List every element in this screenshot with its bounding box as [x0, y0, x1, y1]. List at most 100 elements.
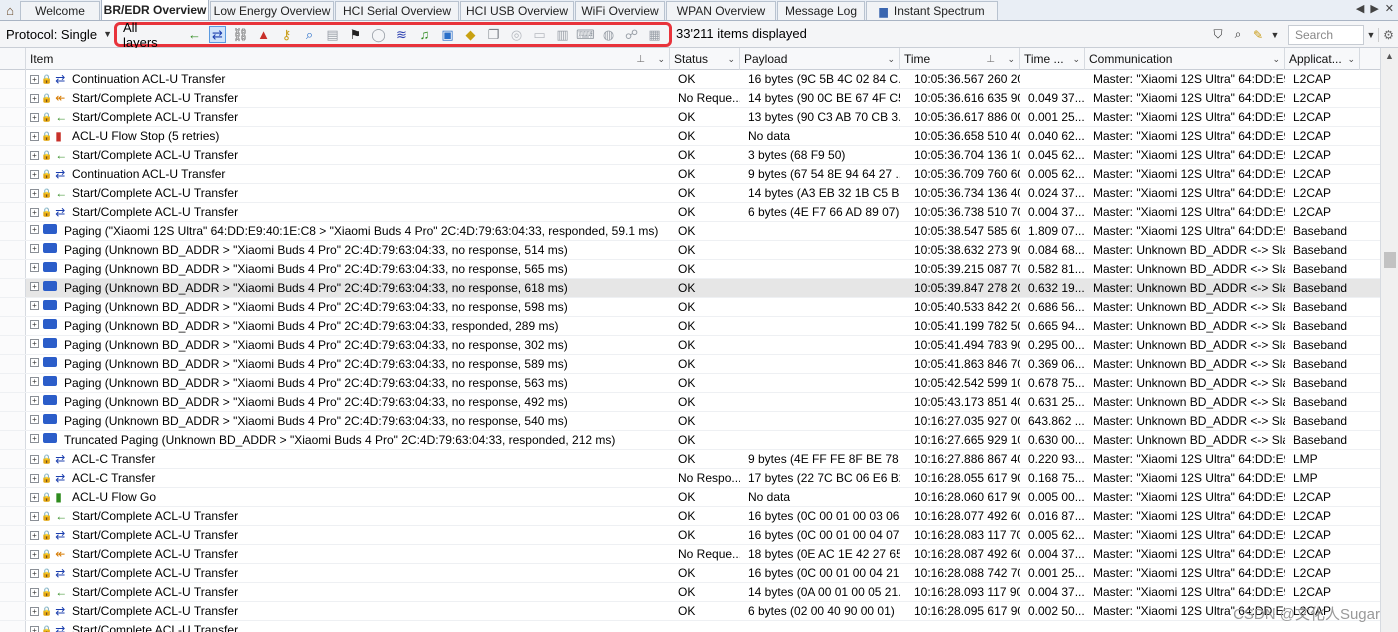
table-row[interactable]: + Paging (Unknown BD_ADDR > "Xiaomi Buds … [0, 412, 1380, 431]
highlight-dropdown-icon[interactable]: ▼ [1268, 30, 1282, 40]
expand-icon[interactable]: + [30, 376, 39, 386]
table-row[interactable]: + Truncated Paging (Unknown BD_ADDR > "Xi… [0, 431, 1380, 450]
tab-instant-spectrum[interactable]: ▆ Instant Spectrum [866, 1, 998, 20]
expand-icon[interactable]: + [30, 530, 39, 540]
table-row[interactable]: + 🔒 ⇄ Start/Complete ACL-U Transfer OK 6 byte… [0, 203, 1380, 222]
scroll-left-icon[interactable]: ◀ [1356, 2, 1364, 15]
table-row[interactable]: + 🔒 ▮ ACL-U Flow Go OK No data 10:16:28.060 61… [0, 488, 1380, 507]
table-row[interactable]: + Paging (Unknown BD_ADDR > "Xiaomi Buds … [0, 355, 1380, 374]
table-row[interactable]: + 🔒 ↞ Start/Complete ACL-U Transfer No Reque… [0, 89, 1380, 108]
expand-icon[interactable]: + [30, 511, 39, 521]
keyboard-icon[interactable]: ⌨ [576, 26, 595, 43]
column-header-item[interactable]: Item ⊥ ⌄ [26, 48, 670, 70]
tab-wpan-overview[interactable]: WPAN Overview [666, 1, 776, 20]
tab-br-edr-overview[interactable]: BR/EDR Overview [101, 0, 209, 20]
table-row[interactable]: + 🔒 ▮ ACL-U Flow Stop (5 retries) OK No data 1… [0, 127, 1380, 146]
chain-link-icon[interactable]: ⛓ [232, 26, 249, 43]
table-row[interactable]: + Paging (Unknown BD_ADDR > "Xiaomi Buds … [0, 241, 1380, 260]
expand-icon[interactable]: + [30, 606, 39, 616]
table-row[interactable]: + 🔒 ⇄ ACL-C Transfer OK 9 bytes (4E FF FE 8F … [0, 450, 1380, 469]
expand-icon[interactable]: + [30, 74, 39, 84]
left-arrow-icon[interactable]: ← [186, 26, 203, 43]
table-row[interactable]: + Paging (Unknown BD_ADDR > "Xiaomi Buds … [0, 317, 1380, 336]
search-dropdown-icon[interactable]: ▼ [1364, 30, 1378, 40]
expand-icon[interactable]: + [30, 357, 39, 367]
tab-welcome[interactable]: Welcome [20, 1, 100, 20]
tab-low-energy-overview[interactable]: Low Energy Overview [210, 1, 334, 20]
chevron-down-icon[interactable]: ⌄ [1007, 54, 1015, 65]
column-header-communication[interactable]: Communication ⌄ [1085, 48, 1285, 70]
tab-wifi-overview[interactable]: WiFi Overview [575, 1, 665, 20]
stack-icon[interactable]: ▦ [646, 26, 663, 43]
copy-icon[interactable]: ❐ [485, 26, 502, 43]
expand-icon[interactable]: + [30, 262, 39, 272]
table-row[interactable]: + 🔒 ⇄ Start/Complete ACL-U Transfer OK 16 byt… [0, 564, 1380, 583]
expand-icon[interactable]: + [30, 433, 39, 443]
scroll-right-icon[interactable]: ▶ [1370, 2, 1378, 15]
expand-icon[interactable]: + [30, 112, 39, 122]
chevron-down-icon[interactable]: ⌄ [1072, 54, 1080, 65]
toolbar-options-icon[interactable]: ⚙ [1378, 27, 1398, 42]
checkered-flag-icon[interactable]: ⚑ [347, 26, 364, 43]
expand-icon[interactable]: + [30, 414, 39, 424]
table-row[interactable]: + 🔒 ← Start/Complete ACL-U Transfer OK 14 byt… [0, 184, 1380, 203]
tab-hci-usb-overview[interactable]: HCI USB Overview [460, 1, 574, 20]
expand-icon[interactable]: + [30, 224, 39, 234]
mouse-icon[interactable]: ◯ [370, 26, 387, 43]
expand-icon[interactable]: + [30, 587, 39, 597]
hat-icon[interactable]: ▲ [255, 26, 272, 43]
table-row[interactable]: + Paging (Unknown BD_ADDR > "Xiaomi Buds … [0, 393, 1380, 412]
expand-icon[interactable]: + [30, 473, 39, 483]
all-layers-button[interactable]: All layers [123, 20, 174, 50]
network-icon[interactable]: ☍ [623, 26, 640, 43]
table-row[interactable]: + 🔒 ← Start/Complete ACL-U Transfer OK 13 byt… [0, 108, 1380, 127]
table-row[interactable]: + 🔒 ⇄ Start/Complete ACL-U Transfer OK 6 byte… [0, 602, 1380, 621]
column-header-time[interactable]: Time ⊥ ⌄ [900, 48, 1020, 70]
pin-icon[interactable]: ⊥ [986, 54, 995, 65]
expand-icon[interactable]: + [30, 625, 39, 632]
table-row[interactable]: + 🔒 ⇄ Continuation ACL-U Transfer OK 16 bytes… [0, 70, 1380, 89]
expand-icon[interactable]: + [30, 131, 39, 141]
filter-icon[interactable]: ⛉ [1208, 27, 1228, 42]
vertical-scrollbar[interactable]: ▲ [1380, 48, 1398, 632]
table-row[interactable]: + 🔒 ⇄ Start/Complete ACL-U Transfer OK 16 byt… [0, 526, 1380, 545]
table-row[interactable]: + Paging ("Xiaomi 12S Ultra" 64:DD:E9:40:… [0, 222, 1380, 241]
home-tab[interactable]: ⌂ [0, 0, 20, 20]
search-icon[interactable]: ⌕ [1228, 27, 1248, 42]
expand-icon[interactable]: + [30, 395, 39, 405]
table-row[interactable]: + 🔒 ← Start/Complete ACL-U Transfer OK 16 byt… [0, 507, 1380, 526]
table-row[interactable]: + 🔒 ⇄ Start/Complete ACL-U Transfer [0, 621, 1380, 632]
column-header-application[interactable]: Applicat... ⌄ [1285, 48, 1360, 70]
expand-icon[interactable]: + [30, 188, 39, 198]
column-header-payload[interactable]: Payload ⌄ [740, 48, 900, 70]
column-header-time-delta[interactable]: Time ... ⌄ [1020, 48, 1085, 70]
chevron-down-icon[interactable]: ⌄ [887, 54, 895, 65]
expand-icon[interactable]: + [30, 243, 39, 253]
globe-icon[interactable]: ◍ [600, 26, 617, 43]
protocol-dropdown[interactable]: Protocol: Single ▼ [0, 27, 116, 42]
table-row[interactable]: + 🔒 ⇄ ACL-C Transfer No Respo... 17 bytes (22… [0, 469, 1380, 488]
expand-icon[interactable]: + [30, 93, 39, 103]
expand-icon[interactable]: + [30, 169, 39, 179]
expand-icon[interactable]: + [30, 338, 39, 348]
table-row[interactable]: + 🔒 ← Start/Complete ACL-U Transfer OK 14 byt… [0, 583, 1380, 602]
scroll-up-icon[interactable]: ▲ [1385, 51, 1394, 61]
package-icon[interactable]: ◆ [462, 26, 479, 43]
card-icon[interactable]: ▭ [531, 26, 548, 43]
table-row[interactable]: + Paging (Unknown BD_ADDR > "Xiaomi Buds … [0, 298, 1380, 317]
bidirectional-arrows-icon[interactable]: ⇄ [209, 26, 226, 43]
magnifier-icon[interactable]: ⌕ [301, 26, 318, 43]
expand-icon[interactable]: + [30, 300, 39, 310]
chevron-down-icon[interactable]: ⌄ [1272, 54, 1280, 65]
table-row[interactable]: + Paging (Unknown BD_ADDR > "Xiaomi Buds … [0, 374, 1380, 393]
music-note-icon[interactable]: ♫ [416, 26, 433, 43]
expand-icon[interactable]: + [30, 281, 39, 291]
chevron-down-icon[interactable]: ⌄ [657, 54, 665, 65]
book-icon[interactable]: ▥ [554, 26, 571, 43]
chevron-down-icon[interactable]: ⌄ [727, 54, 735, 65]
pin-icon[interactable]: ⊥ [636, 54, 645, 65]
key-icon[interactable]: ⚷ [278, 26, 295, 43]
waveform-icon[interactable]: ≋ [393, 26, 410, 43]
tab-message-log[interactable]: Message Log [777, 1, 865, 20]
expand-icon[interactable]: + [30, 568, 39, 578]
